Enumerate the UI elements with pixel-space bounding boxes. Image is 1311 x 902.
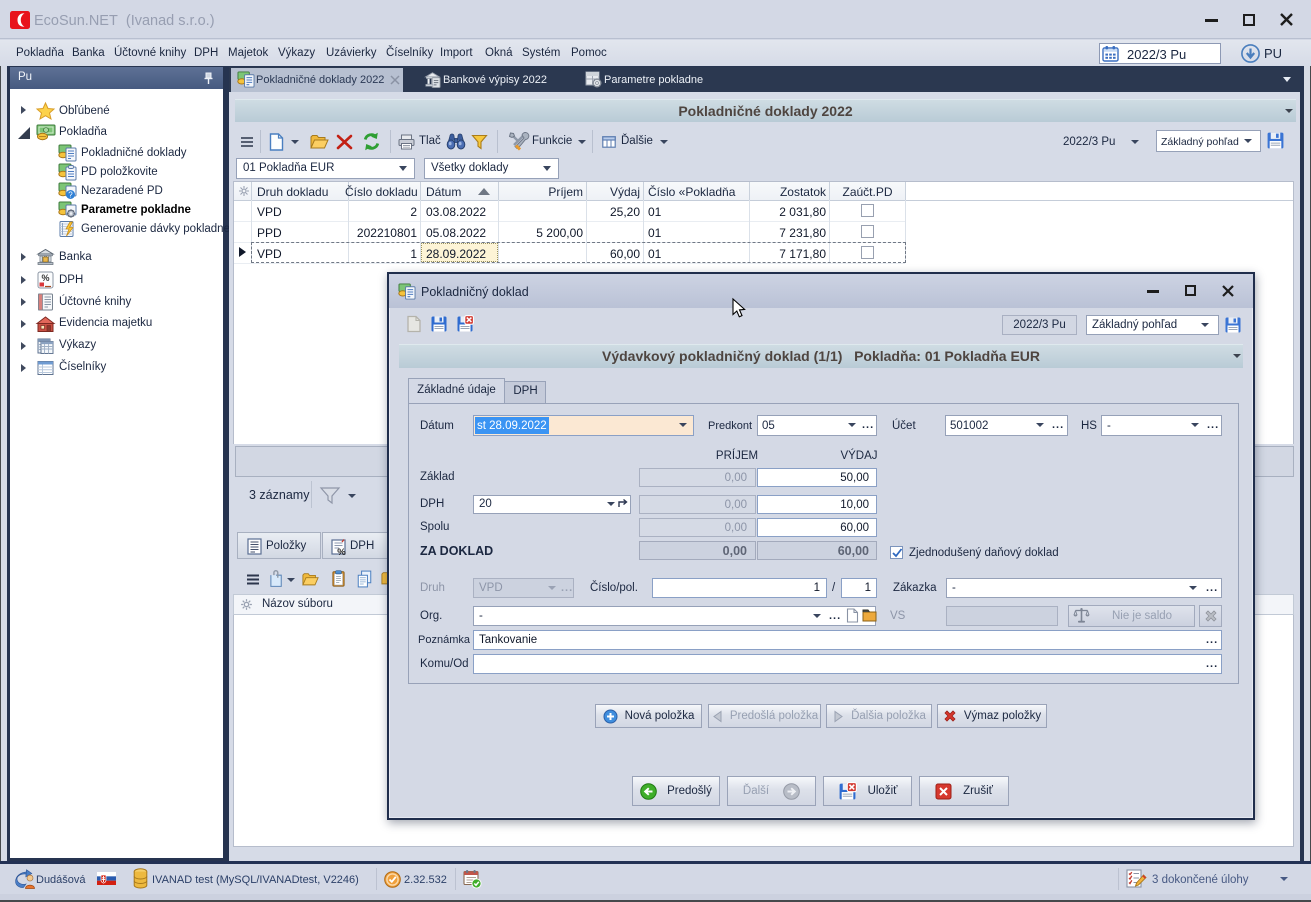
svg-text:%: %: [41, 273, 49, 283]
svg-text:%: %: [337, 547, 346, 558]
svg-text:?: ?: [68, 191, 73, 200]
